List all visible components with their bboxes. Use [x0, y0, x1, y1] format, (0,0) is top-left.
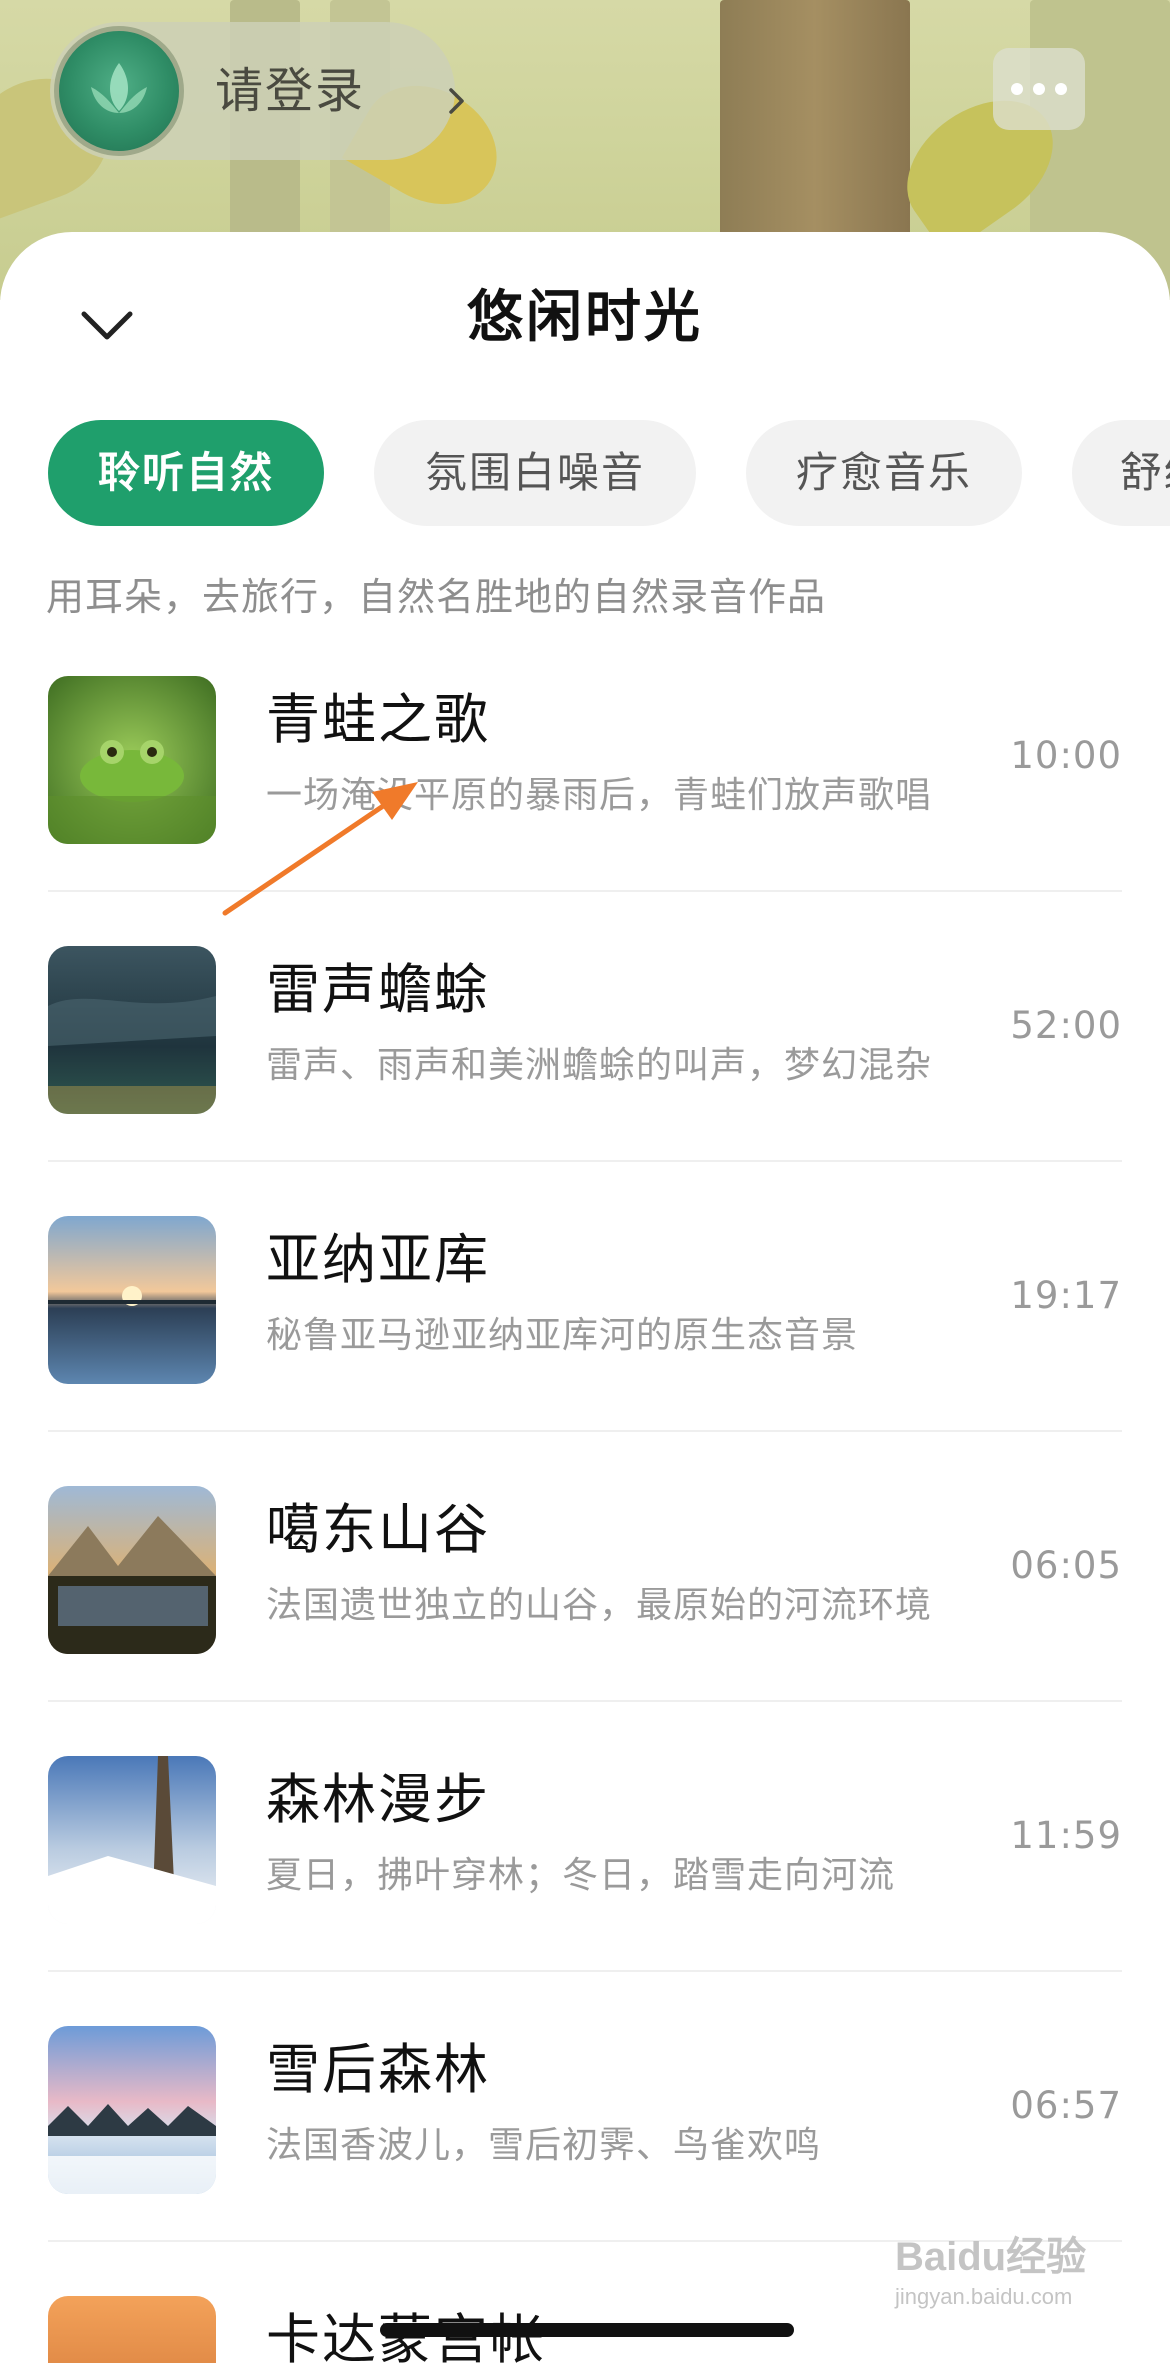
- watermark: Baidu经验 jingyan.baidu.com: [895, 2232, 1130, 2342]
- home-indicator[interactable]: [380, 2323, 794, 2337]
- track-duration: 06:57: [1010, 2084, 1122, 2127]
- track-item[interactable]: 噶东山谷 法国遗世独立的山谷，最原始的河流环境 06:05: [48, 1486, 1122, 1758]
- track-thumbnail: [48, 2026, 216, 2194]
- track-duration: 11:59: [1010, 1814, 1122, 1857]
- divider: [48, 1160, 1122, 1162]
- track-item[interactable]: 亚纳亚库 秘鲁亚马逊亚纳亚库河的原生态音景 19:17: [48, 1216, 1122, 1488]
- divider: [48, 1970, 1122, 1972]
- track-duration: 06:05: [1010, 1544, 1122, 1587]
- tab-soothing[interactable]: 舒缓: [1072, 420, 1170, 526]
- track-duration: 10:00: [1010, 734, 1122, 777]
- track-thumbnail: [48, 1216, 216, 1384]
- sheet-title: 悠闲时光: [467, 285, 703, 350]
- tab-healing-music[interactable]: 疗愈音乐: [746, 420, 1022, 526]
- login-button[interactable]: 请登录: [50, 22, 464, 160]
- bottom-sheet: 悠闲时光 聆听自然 氛围白噪音 疗愈音乐 舒缓 用耳朵，去旅行，自然名胜地的自然…: [0, 232, 1170, 2363]
- category-tabs: 聆听自然 氛围白噪音 疗愈音乐 舒缓: [48, 420, 1170, 526]
- chat-bubble-icon: [1011, 83, 1067, 95]
- login-label: 请登录: [215, 63, 366, 119]
- divider: [48, 890, 1122, 892]
- track-item[interactable]: 青蛙之歌 一场淹没平原的暴雨后，青蛙们放声歌唱 10:00: [48, 676, 1122, 948]
- track-thumbnail: [48, 676, 216, 844]
- track-title: 森林漫步: [266, 1768, 490, 1831]
- track-item[interactable]: 雷声蟾蜍 雷声、雨声和美洲蟾蜍的叫声，梦幻混杂 52:00: [48, 946, 1122, 1218]
- track-description: 一场淹没平原的暴雨后，青蛙们放声歌唱: [266, 775, 933, 816]
- watermark-brand: Baidu经验: [895, 2235, 1087, 2279]
- track-item[interactable]: 森林漫步 夏日，拂叶穿林；冬日，踏雪走向河流 11:59: [48, 1756, 1122, 2028]
- track-thumbnail: [48, 2296, 216, 2363]
- track-thumbnail: [48, 1756, 216, 1924]
- message-button[interactable]: [993, 48, 1085, 130]
- track-duration: 52:00: [1010, 1004, 1122, 1047]
- track-description: 秘鲁亚马逊亚纳亚库河的原生态音景: [266, 1315, 859, 1356]
- track-title: 噶东山谷: [266, 1498, 490, 1561]
- track-description: 法国遗世独立的山谷，最原始的河流环境: [266, 1585, 933, 1626]
- track-description: 法国香波儿，雪后初霁、鸟雀欢鸣: [266, 2125, 822, 2166]
- track-description: 雷声、雨声和美洲蟾蜍的叫声，梦幻混杂: [266, 1045, 933, 1086]
- divider: [48, 1430, 1122, 1432]
- track-thumbnail: [48, 1486, 216, 1654]
- category-description: 用耳朵，去旅行，自然名胜地的自然录音作品: [46, 575, 827, 619]
- track-title: 雪后森林: [266, 2038, 490, 2101]
- track-title: 雷声蟾蜍: [266, 958, 490, 1021]
- avatar: [54, 26, 184, 156]
- track-title: 青蛙之歌: [266, 688, 490, 751]
- lotus-logo-icon: [91, 63, 147, 113]
- track-title: 亚纳亚库: [266, 1228, 490, 1291]
- tab-listen-nature[interactable]: 聆听自然: [48, 420, 324, 526]
- track-duration: 19:17: [1010, 1274, 1122, 1317]
- divider: [48, 1700, 1122, 1702]
- watermark-url: jingyan.baidu.com: [895, 2284, 1073, 2309]
- app-screen: 请登录 悠闲时光 聆听自然 氛围白噪音 疗愈音乐 舒缓 用耳朵，去旅行，自然名胜…: [0, 0, 1170, 2363]
- chevron-right-icon: [449, 88, 464, 114]
- tab-ambient-noise[interactable]: 氛围白噪音: [374, 420, 696, 526]
- track-thumbnail: [48, 946, 216, 1114]
- track-description: 夏日，拂叶穿林；冬日，踏雪走向河流: [266, 1855, 896, 1896]
